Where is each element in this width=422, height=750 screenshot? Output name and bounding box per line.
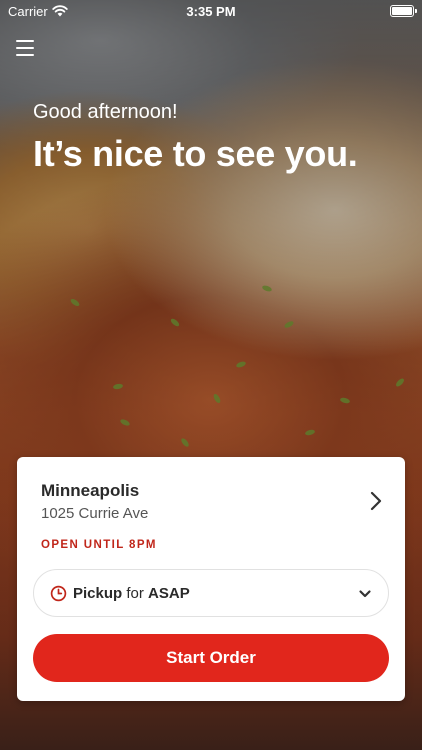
status-bar: Carrier 3:35 PM (0, 0, 422, 22)
wifi-icon (52, 5, 68, 17)
menu-icon[interactable] (16, 40, 36, 56)
pickup-time: ASAP (148, 584, 190, 602)
chevron-right-icon[interactable] (369, 490, 383, 512)
welcome-headline: It’s nice to see you. (33, 133, 358, 174)
location-card: Minneapolis 1025 Currie Ave OPEN UNTIL 8… (17, 457, 405, 701)
battery-icon (390, 5, 417, 17)
carrier-label: Carrier (8, 3, 48, 19)
greeting-text: Good afternoon! (33, 101, 178, 123)
start-order-button[interactable]: Start Order (33, 634, 389, 682)
screen: Carrier 3:35 PM Good afternoon! It’s nic… (0, 0, 422, 750)
clock-icon (50, 585, 67, 601)
status-time: 3:35 PM (186, 3, 236, 19)
location-address: 1025 Currie Ave (41, 505, 149, 522)
pickup-mode: Pickup (73, 584, 123, 602)
pickup-connector: for (126, 584, 144, 602)
open-status-label: OPEN UNTIL 8PM (41, 539, 157, 551)
pickup-label: Pickup for ASAP (73, 585, 190, 602)
chevron-down-icon (359, 590, 371, 598)
location-name: Minneapolis (41, 481, 140, 500)
pickup-time-selector[interactable]: Pickup for ASAP (33, 569, 389, 617)
